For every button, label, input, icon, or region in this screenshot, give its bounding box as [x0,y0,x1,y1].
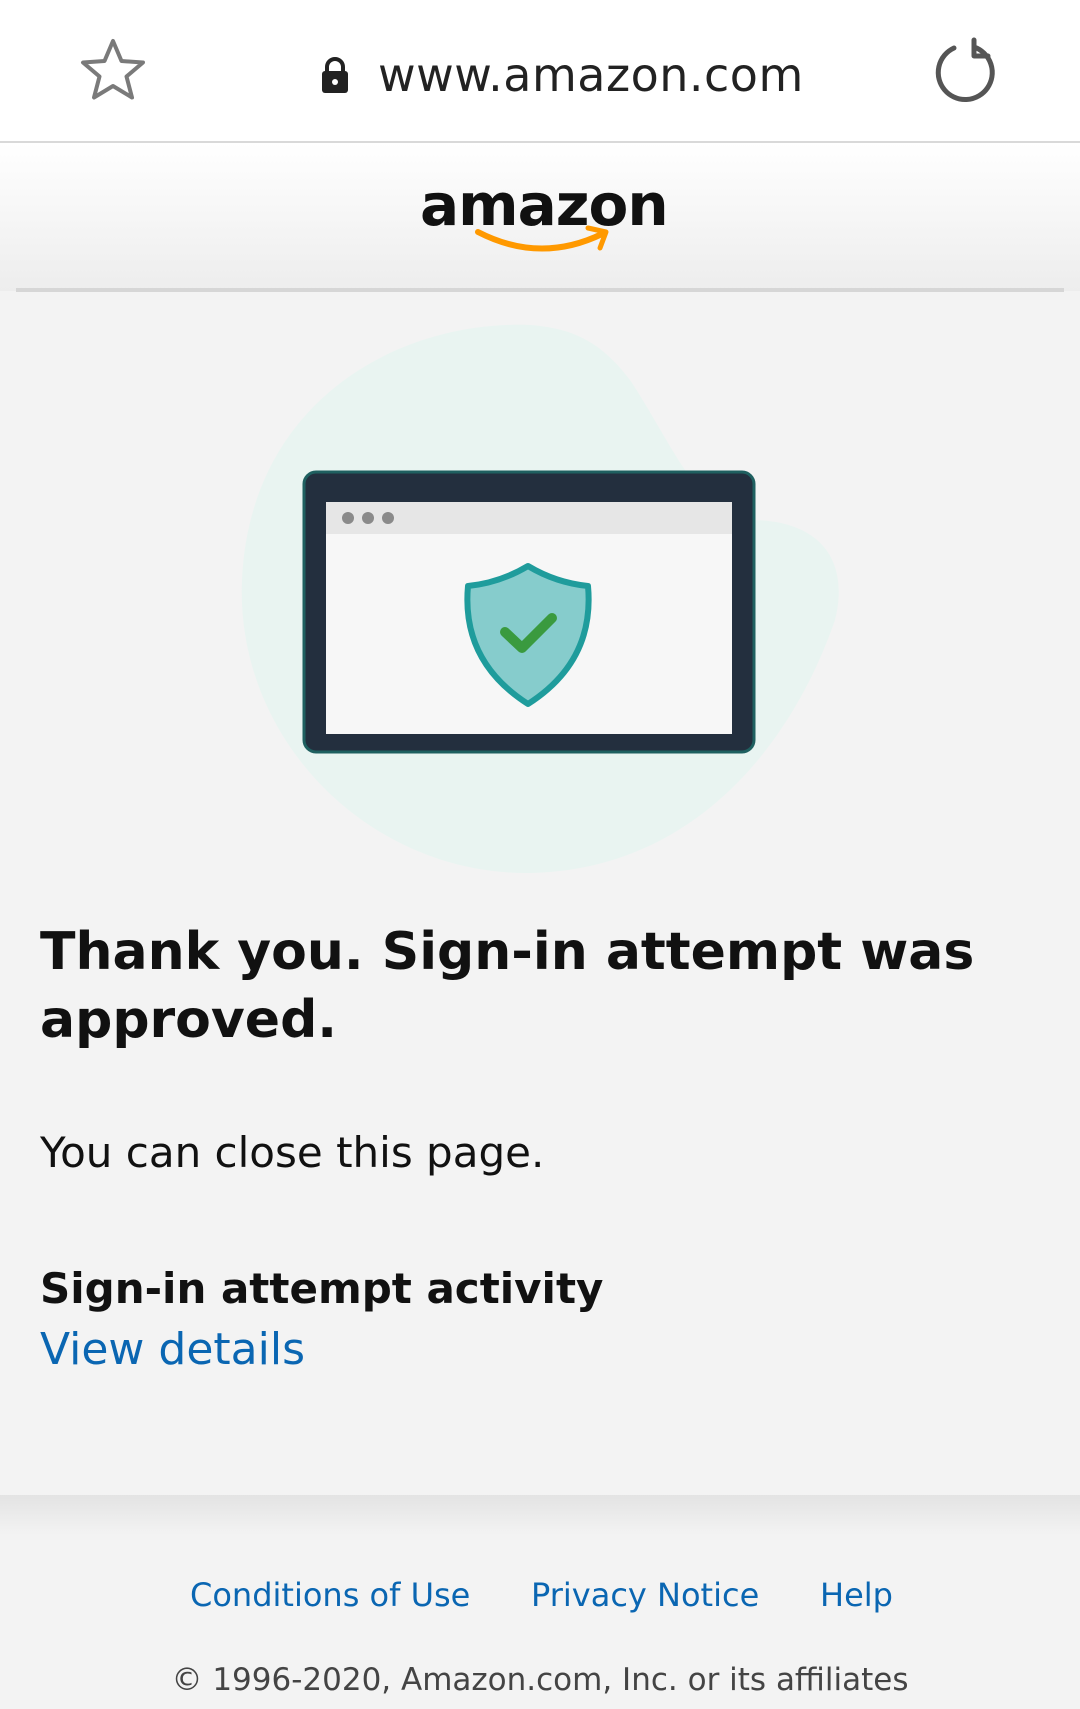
reload-icon [935,37,995,103]
header-divider [16,288,1064,292]
conditions-of-use-link[interactable]: Conditions of Use [190,1576,470,1614]
bookmark-star-button[interactable] [78,36,148,106]
close-page-message: You can close this page. [40,1128,545,1177]
help-link[interactable]: Help [820,1576,893,1614]
window-dot [362,512,374,524]
footer-links: Conditions of Use Privacy Notice Help [0,1576,1080,1620]
window-dot [342,512,354,524]
logo-smile-icon [475,225,609,252]
privacy-notice-link[interactable]: Privacy Notice [531,1576,759,1614]
url-text: www.amazon.com [378,48,804,102]
view-details-link[interactable]: View details [40,1324,305,1375]
star-icon [81,39,145,100]
approval-illustration [241,324,839,874]
activity-section-title: Sign-in attempt activity [40,1264,604,1313]
page-title: Thank you. Sign-in attempt was approved. [40,922,975,1050]
footer-divider [0,1495,1080,1535]
lock-icon [322,57,348,93]
copyright-text: © 1996-2020, Amazon.com, Inc. or its aff… [171,1662,909,1698]
url-field[interactable]: www.amazon.com [320,40,804,110]
window-dot [382,512,394,524]
browser-address-bar: www.amazon.com [0,0,1080,143]
reload-button[interactable] [930,36,1002,108]
amazon-logo[interactable]: amazon [420,170,669,270]
